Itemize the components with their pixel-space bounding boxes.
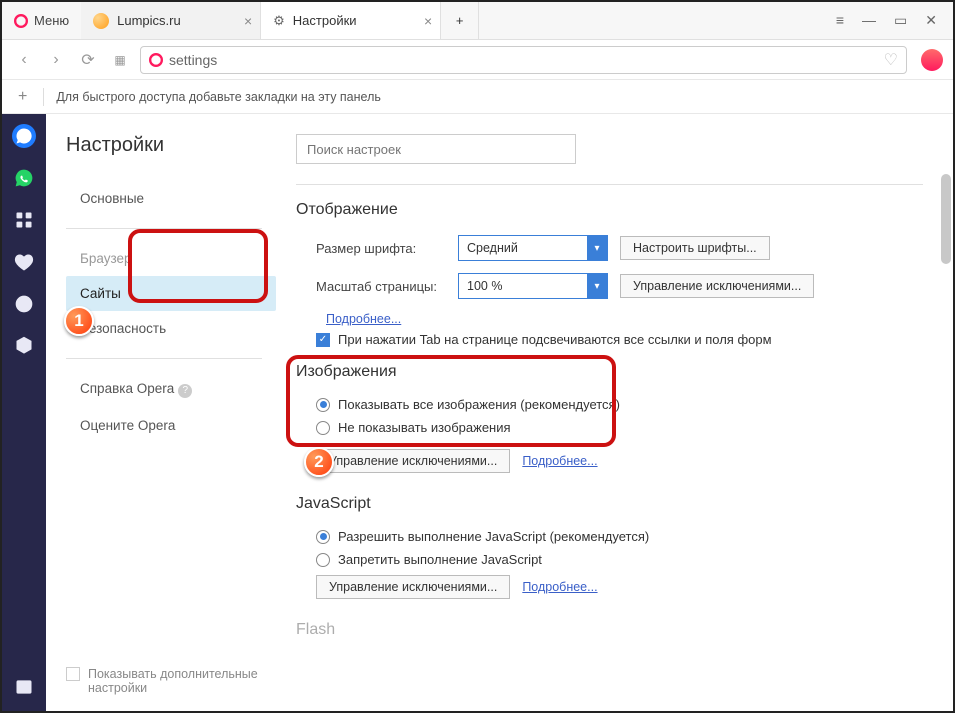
tab-title: Lumpics.ru (117, 13, 181, 28)
section-images-title: Изображения (296, 363, 923, 381)
speed-dial-icon[interactable]: ▦ (108, 48, 132, 72)
radio-js-block[interactable] (316, 553, 330, 567)
radio-js-allow-label: Разрешить выполнение JavaScript (рекомен… (338, 529, 649, 544)
nav-forward-button[interactable]: › (44, 48, 68, 72)
settings-nav: Настройки Основные Браузер Сайты Безопас… (46, 114, 276, 711)
radio-js-block-label: Запретить выполнение JavaScript (338, 552, 542, 567)
radio-hide-images[interactable] (316, 421, 330, 435)
nav-item-basic[interactable]: Основные (66, 181, 276, 216)
bookmarks-hint: Для быстрого доступа добавьте закладки н… (56, 90, 381, 104)
nav-separator (66, 228, 262, 229)
configure-fonts-button[interactable]: Настроить шрифты... (620, 236, 770, 260)
chevron-down-icon: ▾ (587, 236, 607, 260)
page-zoom-select[interactable]: 100 % ▾ (458, 273, 608, 299)
heart-outline-icon[interactable] (12, 250, 36, 274)
page-zoom-value: 100 % (467, 279, 502, 293)
js-more-link[interactable]: Подробнее... (522, 580, 597, 594)
section-js-title: JavaScript (296, 495, 923, 513)
nav-item-rate[interactable]: Оцените Opera (66, 408, 276, 443)
help-icon: ? (178, 384, 192, 398)
radio-show-images-label: Показывать все изображения (рекомендуетс… (338, 397, 620, 412)
tab-close-icon[interactable]: × (424, 13, 432, 29)
separator (296, 184, 923, 185)
section-display-title: Отображение (296, 201, 923, 219)
reload-button[interactable]: ⟳ (76, 48, 100, 72)
app-sidebar (2, 114, 46, 711)
checkbox-checked-icon[interactable]: ✓ (316, 333, 330, 347)
page-zoom-label: Масштаб страницы: (316, 279, 446, 294)
settings-content: Отображение Размер шрифта: Средний ▾ Нас… (276, 114, 953, 711)
window-menu-icon[interactable]: ≡ (836, 12, 844, 29)
titlebar: Меню Lumpics.ru × ⚙ Настройки × + ≡ — ▭ … (2, 2, 953, 40)
advanced-settings-label: Показывать дополнительные настройки (88, 667, 266, 695)
annotation-callout-1: 1 (64, 306, 94, 336)
nav-separator (66, 358, 262, 359)
bookmarks-bar: + Для быстрого доступа добавьте закладки… (2, 80, 953, 114)
chevron-down-icon: ▾ (587, 274, 607, 298)
nav-back-button[interactable]: ‹ (12, 48, 36, 72)
site-favicon-icon (93, 13, 109, 29)
advanced-settings-toggle[interactable]: Показывать дополнительные настройки (66, 667, 266, 695)
radio-js-allow[interactable] (316, 530, 330, 544)
close-window-icon[interactable]: ✕ (925, 12, 937, 29)
tab-close-icon[interactable]: × (244, 13, 252, 29)
font-size-label: Размер шрифта: (316, 241, 446, 256)
messenger-icon[interactable] (12, 124, 36, 148)
nav-item-security[interactable]: Безопасность (66, 311, 276, 346)
menu-label: Меню (34, 13, 69, 28)
tab-settings[interactable]: ⚙ Настройки × (261, 2, 441, 39)
profile-avatar[interactable] (921, 49, 943, 71)
address-bar: ‹ › ⟳ ▦ ♡ (2, 40, 953, 80)
whatsapp-icon[interactable] (12, 166, 36, 190)
tab-lumpics[interactable]: Lumpics.ru × (81, 2, 261, 39)
new-tab-button[interactable]: + (441, 2, 479, 39)
font-size-value: Средний (467, 241, 518, 255)
display-more-link[interactable]: Подробнее... (326, 312, 401, 326)
radio-hide-images-label: Не показывать изображения (338, 420, 511, 435)
settings-title: Настройки (66, 134, 276, 157)
gear-icon: ⚙ (273, 13, 285, 29)
images-exceptions-button[interactable]: Управление исключениями... (316, 449, 510, 473)
images-more-link[interactable]: Подробнее... (522, 454, 597, 468)
cube-icon[interactable] (12, 334, 36, 358)
speed-dial-sidebar-icon[interactable] (12, 208, 36, 232)
zoom-exceptions-button[interactable]: Управление исключениями... (620, 274, 814, 298)
nav-item-browser[interactable]: Браузер (66, 241, 276, 276)
js-exceptions-button[interactable]: Управление исключениями... (316, 575, 510, 599)
section-flash-title: Flash (296, 621, 923, 639)
address-input[interactable] (169, 52, 878, 68)
add-bookmark-button[interactable]: + (14, 88, 31, 106)
minimize-icon[interactable]: — (862, 12, 876, 29)
panel-toggle-icon[interactable] (12, 675, 36, 699)
tab-title: Настройки (293, 13, 357, 28)
opera-badge-icon (149, 53, 163, 67)
annotation-callout-2: 2 (304, 447, 334, 477)
clock-icon[interactable] (12, 292, 36, 316)
nav-item-sites[interactable]: Сайты (66, 276, 276, 311)
font-size-select[interactable]: Средний ▾ (458, 235, 608, 261)
radio-show-images[interactable] (316, 398, 330, 412)
divider (43, 88, 44, 106)
checkbox-empty-icon (66, 667, 80, 681)
tab-highlight-label: При нажатии Tab на странице подсвечивают… (338, 332, 772, 347)
scrollbar[interactable] (941, 174, 951, 264)
opera-icon (14, 14, 28, 28)
menu-button[interactable]: Меню (2, 13, 81, 28)
nav-item-help[interactable]: Справка Opera? (66, 371, 276, 408)
bookmark-heart-icon[interactable]: ♡ (884, 50, 898, 70)
maximize-icon[interactable]: ▭ (894, 12, 907, 29)
settings-search-input[interactable] (296, 134, 576, 164)
